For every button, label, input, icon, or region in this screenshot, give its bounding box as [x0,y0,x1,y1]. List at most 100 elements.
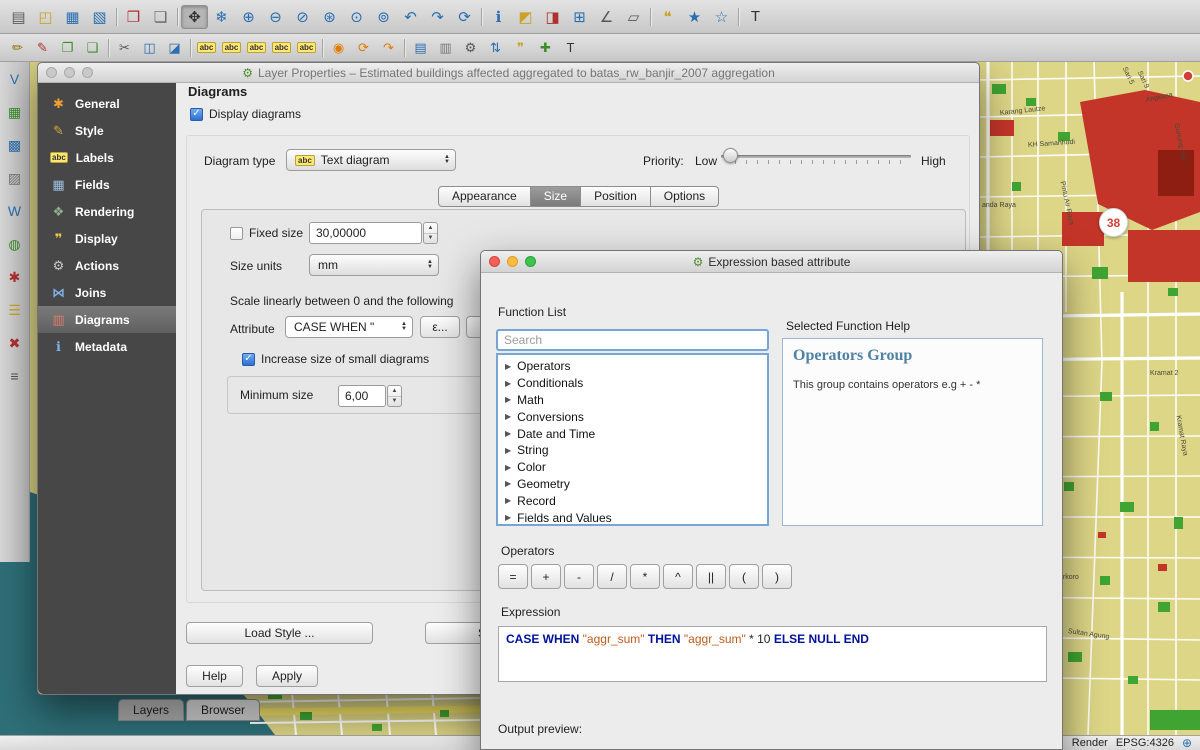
cut-features-button[interactable]: ✂ [112,37,137,58]
expression-dialog-titlebar[interactable]: ⚙Expression based attribute [481,251,1062,273]
projection-globe-icon[interactable]: ⊕ [1182,736,1192,750]
expand-arrow-icon[interactable]: ▶ [505,379,511,388]
tree-group-math[interactable]: ▶ Math [498,392,767,409]
offset-curve-button[interactable]: ↷ [376,37,401,58]
browser-panel-tab[interactable]: Browser [186,699,260,721]
operator-multiply-button[interactable]: * [630,564,660,589]
expand-arrow-icon[interactable]: ▶ [505,446,511,455]
sidebar-item-style[interactable]: ✎ Style [38,117,176,144]
slider-thumb[interactable] [723,148,738,163]
sidebar-item-diagrams[interactable]: ▥ Diagrams [38,306,176,333]
display-diagrams-checkbox[interactable]: Display diagrams [190,107,301,121]
operator-plus-button[interactable]: + [531,564,561,589]
add-vector-layer-button[interactable]: V [3,67,27,91]
refresh-map-button[interactable]: ⟳ [451,5,478,29]
zoom-in-button[interactable]: ⊕ [235,5,262,29]
expand-arrow-icon[interactable]: ▶ [505,496,511,505]
add-spatialite-layer-button[interactable]: ▨ [3,166,27,190]
tab-size[interactable]: Size [531,186,581,207]
tree-group-record[interactable]: ▶ Record [498,492,767,509]
open-attribute-table-button[interactable]: ⊞ [566,5,593,29]
minimum-size-stepper[interactable] [387,385,402,407]
operator-concat-button[interactable]: || [696,564,726,589]
toolbar-separator[interactable] [735,6,742,28]
tab-options[interactable]: Options [651,186,719,207]
tree-group-date-and-time[interactable]: ▶ Date and Time [498,425,767,442]
operator-divide-button[interactable]: / [597,564,627,589]
expression-builder-button[interactable]: ε... [420,316,460,338]
expand-arrow-icon[interactable]: ▶ [505,479,511,488]
priority-slider[interactable] [721,147,911,167]
function-search-input[interactable] [496,329,769,351]
composer-manager-button[interactable]: ❏ [147,5,174,29]
new-bookmark-button[interactable]: ★ [681,5,708,29]
pan-map-button[interactable]: ✥ [181,5,208,29]
zoom-native-button[interactable]: ⊘ [289,5,316,29]
label-properties-button[interactable]: abc [294,37,319,58]
expand-arrow-icon[interactable]: ▶ [505,395,511,404]
toggle-editing-button[interactable]: ✏ [5,37,30,58]
labeling-button[interactable]: abc [194,37,219,58]
toolbar-separator[interactable] [113,6,120,28]
fixed-size-stepper[interactable] [423,222,438,244]
add-wfs-layer-button[interactable]: ◍ [3,232,27,256]
layers-panel-tab[interactable]: Layers [118,699,184,721]
toolbar-separator[interactable] [478,6,485,28]
label-pin-button[interactable]: abc [219,37,244,58]
add-delimited-text-button[interactable]: ☰ [3,298,27,322]
paste-features-button[interactable]: ◪ [162,37,187,58]
close-window-button[interactable] [46,67,57,78]
tab-appearance[interactable]: Appearance [438,186,531,207]
tree-group-conditionals[interactable]: ▶ Conditionals [498,375,767,392]
expand-arrow-icon[interactable]: ▶ [505,412,511,421]
size-units-select[interactable]: mm [309,254,439,276]
apply-button[interactable]: Apply [256,665,318,687]
expand-arrow-icon[interactable]: ▶ [505,513,511,522]
sidebar-item-actions[interactable]: ⚙ Actions [38,252,176,279]
operator-power-button[interactable]: ^ [663,564,693,589]
sidebar-item-fields[interactable]: ▦ Fields [38,171,176,198]
new-composer-button[interactable]: ❒ [120,5,147,29]
tree-group-color[interactable]: ▶ Color [498,459,767,476]
render-label[interactable]: Render [1072,737,1108,749]
diagram-type-select[interactable]: abc Text diagram [286,149,456,171]
remove-layer-button[interactable]: ✖ [3,331,27,355]
add-wms-layer-button[interactable]: W [3,199,27,223]
toolbar-separator[interactable] [187,37,194,59]
raster-tools-button[interactable]: ▥ [433,37,458,58]
increase-small-diagrams-checkbox[interactable]: Increase size of small diagrams [242,352,429,366]
operator-open-paren-button[interactable]: ( [729,564,759,589]
map-tips-button[interactable]: ❝ [654,5,681,29]
zoom-window-button[interactable] [82,67,93,78]
add-postgis-layer-button[interactable]: ▩ [3,133,27,157]
style-drop-button[interactable]: ◉ [326,37,351,58]
fixed-size-input[interactable]: 30,00000 [309,222,422,244]
zoom-full-button[interactable]: ⊛ [316,5,343,29]
sidebar-item-general[interactable]: ✱ General [38,90,176,117]
expand-arrow-icon[interactable]: ▶ [505,429,511,438]
zoom-out-button[interactable]: ⊖ [262,5,289,29]
measure-line-button[interactable]: ∠ [593,5,620,29]
toolbar-separator[interactable] [647,6,654,28]
expression-editor[interactable]: CASE WHEN "aggr_sum" THEN "aggr_sum" * 1… [498,626,1047,682]
zoom-next-button[interactable]: ↷ [424,5,451,29]
measure-area-button[interactable]: ▱ [620,5,647,29]
save-layer-edits-button[interactable]: ✎ [30,37,55,58]
close-window-button[interactable] [489,256,500,267]
touch-zoom-button[interactable]: ❄ [208,5,235,29]
tree-group-geometry[interactable]: ▶ Geometry [498,476,767,493]
new-shapefile-button[interactable]: ✱ [3,265,27,289]
layer-properties-titlebar[interactable]: ⚙Layer Properties – Estimated buildings … [38,63,979,83]
copy-style-button[interactable]: ❐ [55,37,80,58]
zoom-last-button[interactable]: ↶ [397,5,424,29]
zoom-window-button[interactable] [525,256,536,267]
tree-group-fields-and-values[interactable]: ▶ Fields and Values [498,509,767,526]
show-bookmarks-button[interactable]: ☆ [708,5,735,29]
rotate-point-symbols-button[interactable]: ⟳ [351,37,376,58]
label-move-button[interactable]: abc [269,37,294,58]
crs-status-label[interactable]: EPSG:4326 [1116,737,1174,749]
sort-button[interactable]: ⇅ [483,37,508,58]
operator-minus-button[interactable]: - [564,564,594,589]
attribute-select[interactable]: CASE WHEN " [285,316,413,338]
text-format-button[interactable]: T [558,37,583,58]
